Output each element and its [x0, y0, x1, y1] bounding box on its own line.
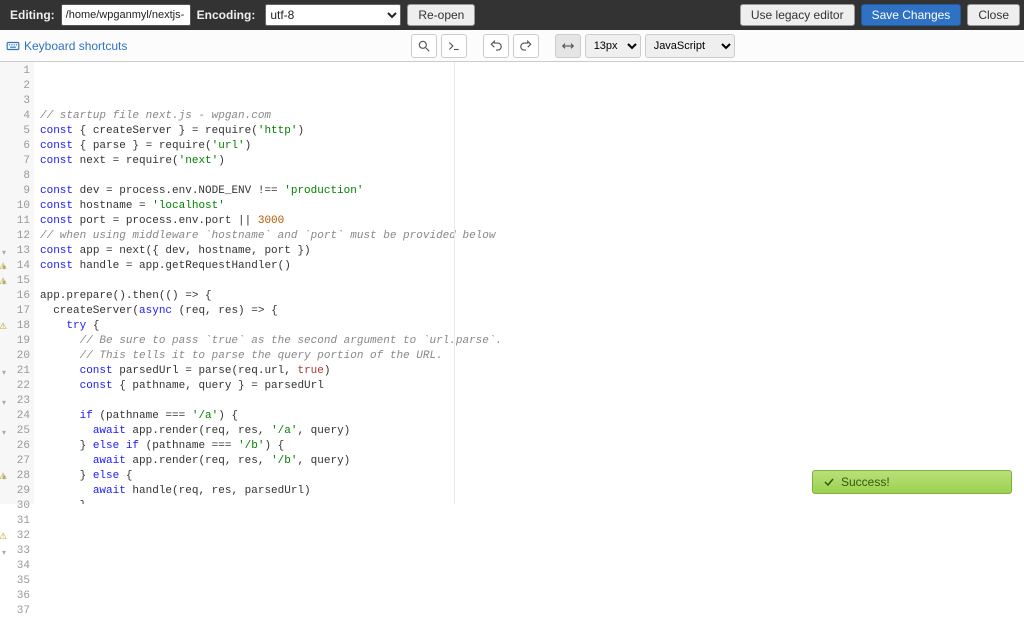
code-line[interactable]: // when using middleware `hostname` and … — [40, 229, 1024, 244]
language-select[interactable]: JavaScript — [645, 34, 735, 58]
search-button[interactable] — [411, 34, 437, 58]
code-line[interactable] — [40, 394, 1024, 409]
code-line[interactable]: createServer(async (req, res) => { — [40, 304, 1024, 319]
code-line[interactable]: const parsedUrl = parse(req.url, true) — [40, 364, 1024, 379]
check-icon — [823, 476, 835, 488]
line-number: 27 — [0, 454, 30, 469]
line-number: 3 — [0, 94, 30, 109]
close-button[interactable]: Close — [967, 4, 1020, 26]
code-line[interactable]: const { parse } = require('url') — [40, 139, 1024, 154]
code-line[interactable]: const port = process.env.port || 3000 — [40, 214, 1024, 229]
code-line[interactable]: app.prepare().then(() => { — [40, 289, 1024, 304]
print-margin — [454, 62, 455, 504]
line-number: 12 — [0, 229, 30, 244]
editing-label: Editing: — [4, 8, 61, 22]
line-number: 4 — [0, 109, 30, 124]
code-line[interactable]: } — [40, 499, 1024, 504]
code-line[interactable] — [40, 274, 1024, 289]
line-number: 19 — [0, 334, 30, 349]
line-number: 13▾ — [0, 244, 30, 259]
code-line[interactable]: if (pathname === '/a') { — [40, 409, 1024, 424]
code-line[interactable]: try { — [40, 319, 1024, 334]
code-line[interactable]: // This tells it to parse the query port… — [40, 349, 1024, 364]
encoding-select[interactable]: utf-8 — [265, 4, 401, 26]
line-number: 17 — [0, 304, 30, 319]
code-line[interactable]: const app = next({ dev, hostname, port }… — [40, 244, 1024, 259]
terminal-icon — [447, 39, 461, 53]
keyboard-shortcuts-link[interactable]: Keyboard shortcuts — [6, 39, 127, 53]
line-number: 33▾ — [0, 544, 30, 559]
font-size-select[interactable]: 13px — [585, 34, 641, 58]
code-line[interactable]: } else if (pathname === '/b') { — [40, 439, 1024, 454]
legacy-editor-button[interactable]: Use legacy editor — [740, 4, 855, 26]
keyboard-shortcuts-label: Keyboard shortcuts — [24, 39, 127, 53]
code-line[interactable]: const hostname = 'localhost' — [40, 199, 1024, 214]
code-line[interactable]: const dev = process.env.NODE_ENV !== 'pr… — [40, 184, 1024, 199]
code-area[interactable]: // startup file next.js - wpgan.comconst… — [34, 62, 1024, 504]
line-number: 28▾⚠ — [0, 469, 30, 484]
redo-icon — [519, 39, 533, 53]
wrap-icon — [561, 39, 575, 53]
code-line[interactable]: const next = require('next') — [40, 154, 1024, 169]
line-number: 2 — [0, 79, 30, 94]
line-number: 23▾ — [0, 394, 30, 409]
terminal-button[interactable] — [441, 34, 467, 58]
code-line[interactable]: // Be sure to pass `true` as the second … — [40, 334, 1024, 349]
topbar: Editing: Encoding: utf-8 Re-open Use leg… — [0, 0, 1024, 30]
undo-icon — [489, 39, 503, 53]
line-number: 32⚠ — [0, 529, 30, 544]
line-number: 7 — [0, 154, 30, 169]
code-editor[interactable]: 12345678910111213▾14▾⚠15▾⚠161718⚠192021▾… — [0, 62, 1024, 504]
code-line[interactable]: const { pathname, query } = parsedUrl — [40, 379, 1024, 394]
search-icon — [417, 39, 431, 53]
line-number: 30 — [0, 499, 30, 514]
line-number: 22 — [0, 379, 30, 394]
line-number: 15▾⚠ — [0, 274, 30, 289]
success-toast: Success! — [812, 470, 1012, 494]
toolbar: Keyboard shortcuts 13px JavaScript — [0, 30, 1024, 62]
line-number: 24 — [0, 409, 30, 424]
line-number: 11 — [0, 214, 30, 229]
line-number: 37 — [0, 604, 30, 619]
reopen-button[interactable]: Re-open — [407, 4, 475, 26]
undo-button[interactable] — [483, 34, 509, 58]
line-number: 1 — [0, 64, 30, 79]
line-number: 18⚠ — [0, 319, 30, 334]
line-number: 5 — [0, 124, 30, 139]
toolbar-center: 13px JavaScript — [411, 34, 735, 58]
encoding-label: Encoding: — [191, 8, 262, 22]
line-number: 20 — [0, 349, 30, 364]
wrap-button[interactable] — [555, 34, 581, 58]
line-number: 10 — [0, 199, 30, 214]
line-number: 21▾ — [0, 364, 30, 379]
save-button[interactable]: Save Changes — [861, 4, 962, 26]
keyboard-icon — [6, 39, 20, 53]
code-line[interactable]: // startup file next.js - wpgan.com — [40, 109, 1024, 124]
line-number: 36 — [0, 589, 30, 604]
code-line[interactable]: const { createServer } = require('http') — [40, 124, 1024, 139]
line-number: 25▾ — [0, 424, 30, 439]
line-number: 14▾⚠ — [0, 259, 30, 274]
code-line[interactable] — [40, 169, 1024, 184]
line-number: 26 — [0, 439, 30, 454]
line-number: 9 — [0, 184, 30, 199]
line-number: 6 — [0, 139, 30, 154]
code-line[interactable]: await app.render(req, res, '/b', query) — [40, 454, 1024, 469]
line-number: 8 — [0, 169, 30, 184]
line-number: 34 — [0, 559, 30, 574]
line-number: 31 — [0, 514, 30, 529]
line-number: 29 — [0, 484, 30, 499]
toast-text: Success! — [841, 475, 890, 489]
line-gutter: 12345678910111213▾14▾⚠15▾⚠161718⚠192021▾… — [0, 62, 34, 504]
code-line[interactable]: const handle = app.getRequestHandler() — [40, 259, 1024, 274]
line-number: 35 — [0, 574, 30, 589]
redo-button[interactable] — [513, 34, 539, 58]
line-number: 16 — [0, 289, 30, 304]
file-path-input[interactable] — [61, 4, 191, 26]
code-line[interactable]: await app.render(req, res, '/a', query) — [40, 424, 1024, 439]
